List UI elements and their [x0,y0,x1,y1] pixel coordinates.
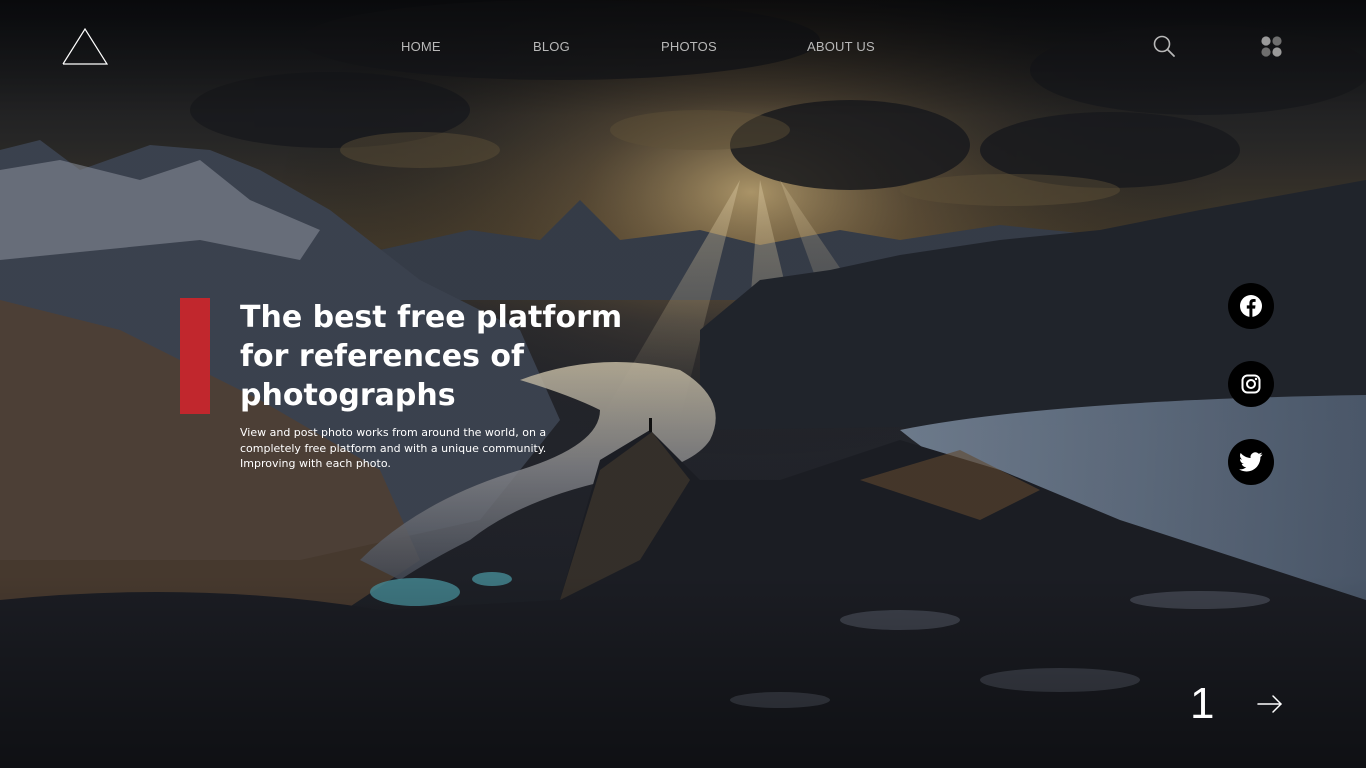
hero-title: The best free platform for references of… [240,300,623,413]
triangle-logo[interactable] [62,26,108,66]
accent-bar [180,298,210,414]
twitter-icon [1239,452,1263,472]
arrow-right-icon[interactable] [1256,692,1284,716]
nav-photos[interactable]: PHOTOS [661,39,717,54]
search-icon[interactable] [1152,34,1176,58]
instagram-button[interactable] [1228,361,1274,407]
instagram-icon [1241,374,1261,394]
apps-grid-icon[interactable] [1260,35,1284,59]
twitter-button[interactable] [1228,439,1274,485]
hero-subtitle: View and post photo works from around th… [240,426,547,470]
nav-home[interactable]: HOME [401,39,441,54]
landing-page: HOME BLOG PHOTOS ABOUT US The best free … [0,0,1366,768]
facebook-button[interactable] [1228,283,1274,329]
facebook-icon [1240,295,1262,317]
nav-about-us[interactable]: ABOUT US [807,39,875,54]
slide-number: 1 [1190,679,1215,728]
nav-blog[interactable]: BLOG [533,39,570,54]
